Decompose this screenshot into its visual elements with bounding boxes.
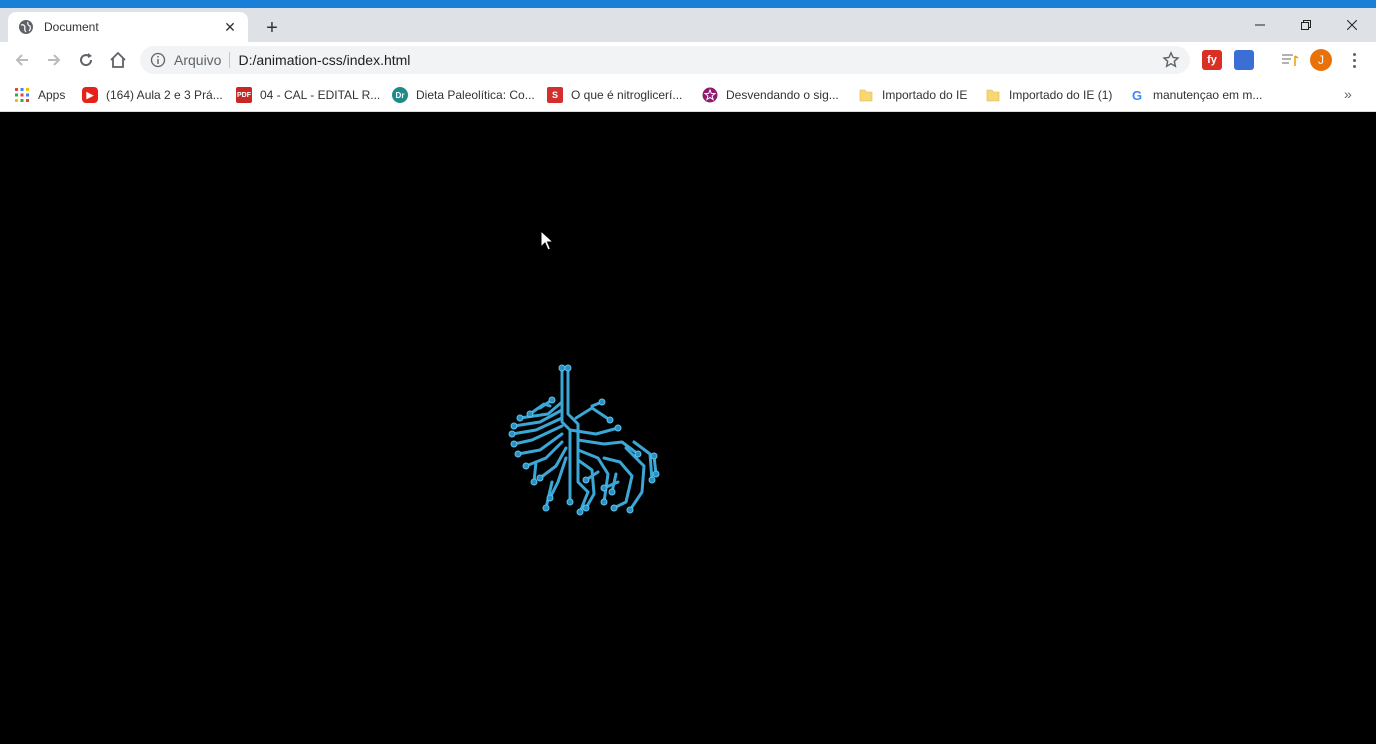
bookmark-label: (164) Aula 2 e 3 Prá...	[106, 88, 223, 102]
bookmark-folder-ie-1[interactable]: Importado do IE (1)	[985, 85, 1112, 105]
apps-grid-icon	[15, 88, 29, 102]
extension-fy-icon[interactable]: fy	[1202, 50, 1222, 70]
page-content	[0, 112, 1376, 744]
bookmark-google[interactable]: G manutençao em m...	[1129, 85, 1262, 105]
reading-list-icon	[1282, 54, 1299, 66]
bookmark-label: Desvendando o sig...	[726, 88, 839, 102]
url-text[interactable]: D:/animation-css/index.html	[238, 52, 1162, 68]
bookmark-folder-ie[interactable]: Importado do IE	[858, 85, 967, 105]
bookmarks-bar: Apps ▶ (164) Aula 2 e 3 Prá... PDF 04 - …	[0, 78, 1376, 112]
reload-button[interactable]	[74, 48, 98, 72]
home-icon	[110, 51, 126, 68]
bookmark-apps[interactable]: Apps	[14, 85, 65, 105]
bookmark-pdf[interactable]: PDF 04 - CAL - EDITAL R...	[236, 85, 380, 105]
home-button[interactable]	[106, 48, 130, 72]
tab-close-button[interactable]: ✕	[222, 19, 238, 35]
title-bar: Document ✕ +	[0, 0, 1376, 42]
close-window-button[interactable]	[1329, 14, 1375, 36]
pdf-icon: PDF	[236, 87, 252, 103]
bookmark-label: O que é nitroglicerí...	[571, 88, 683, 102]
dr-icon: Dr	[392, 87, 408, 103]
restore-icon	[1301, 20, 1311, 30]
globe-icon	[19, 20, 33, 34]
bookmark-label: 04 - CAL - EDITAL R...	[260, 88, 381, 102]
close-icon	[1347, 20, 1357, 30]
scheme-label: Arquivo	[174, 52, 222, 68]
address-bar[interactable]: Arquivo D:/animation-css/index.html	[140, 46, 1190, 74]
bookmarks-more-button[interactable]: »	[1344, 86, 1352, 102]
tab-document[interactable]: Document ✕	[8, 12, 248, 42]
bookmark-label: Apps	[38, 88, 66, 102]
bookmark-nitroglicerina[interactable]: S O que é nitroglicerí...	[547, 85, 682, 105]
new-tab-button[interactable]: +	[260, 16, 284, 40]
youtube-icon: ▶	[82, 87, 98, 103]
reload-icon	[80, 53, 93, 67]
google-icon: G	[1131, 87, 1143, 103]
bookmark-label: Importado do IE (1)	[1009, 88, 1113, 102]
extension-calendar-icon[interactable]	[1234, 50, 1254, 70]
bookmark-label: Dieta Paleolítica: Co...	[416, 88, 535, 102]
mouse-cursor-icon	[540, 230, 554, 251]
restore-button[interactable]	[1283, 14, 1329, 36]
folder-icon	[986, 89, 1000, 102]
star-badge-icon	[702, 87, 718, 103]
folder-icon	[859, 89, 873, 102]
reading-list-button[interactable]	[1278, 48, 1302, 72]
info-icon[interactable]	[150, 52, 166, 68]
menu-icon[interactable]	[1344, 49, 1364, 71]
bookmark-star-icon[interactable]	[1162, 51, 1180, 69]
arrow-right-icon	[48, 54, 61, 66]
minimize-icon	[1255, 24, 1265, 26]
bookmark-label: manutençao em m...	[1153, 88, 1263, 102]
toolbar: Arquivo D:/animation-css/index.html fy J	[0, 42, 1376, 78]
circuit-brain-icon	[508, 364, 660, 516]
bookmark-label: Importado do IE	[882, 88, 968, 102]
profile-avatar[interactable]: J	[1310, 49, 1332, 71]
bookmark-desvendando[interactable]: Desvendando o sig...	[702, 85, 839, 105]
minimize-button[interactable]	[1237, 14, 1283, 36]
s-icon: S	[547, 87, 563, 103]
bookmark-youtube[interactable]: ▶ (164) Aula 2 e 3 Prá...	[82, 85, 223, 105]
arrow-left-icon	[15, 54, 28, 66]
bookmark-dieta[interactable]: Dr Dieta Paleolítica: Co...	[392, 85, 535, 105]
tab-title: Document	[44, 20, 99, 34]
address-separator	[229, 52, 231, 68]
forward-button[interactable]	[42, 48, 66, 72]
back-button[interactable]	[10, 48, 34, 72]
